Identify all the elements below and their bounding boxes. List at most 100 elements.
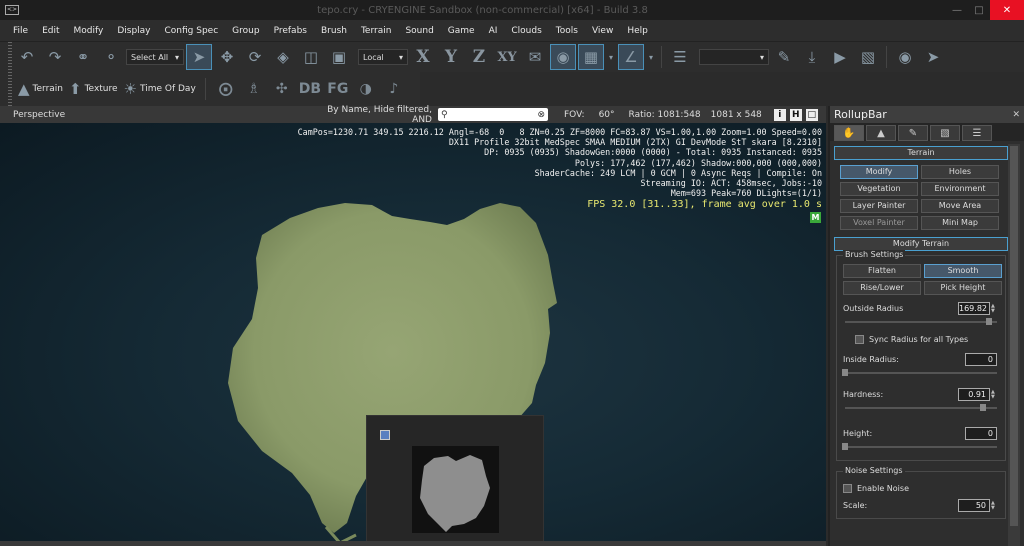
toolbar-grip[interactable] [8, 42, 12, 72]
layer-dropdown[interactable]: ▾ [699, 49, 769, 65]
spinner-arrows-icon[interactable]: ▲ ▼ [991, 389, 997, 400]
axis-x-button[interactable]: X [410, 44, 436, 70]
menu-tools[interactable]: Tools [549, 26, 585, 36]
viewport-filter[interactable]: By Name, Hide filtered, AND [310, 105, 438, 125]
viewport-name[interactable]: Perspective [0, 110, 310, 120]
sync-radius-checkbox[interactable]: Sync Radius for all Types [837, 331, 1005, 347]
camera-icon[interactable]: ▧ [855, 44, 881, 70]
terrain-snap-icon[interactable]: ✉ [522, 44, 548, 70]
list-icon[interactable]: ☰ [667, 44, 693, 70]
toolbar-grip[interactable] [8, 72, 12, 106]
unlink-icon[interactable]: ⚬ [98, 44, 124, 70]
select-tool-icon[interactable]: ➤ [186, 44, 212, 70]
flowgraph-button[interactable]: FG [327, 81, 349, 97]
pin-icon[interactable]: ➤ [920, 44, 946, 70]
close-icon[interactable]: ✕ [1012, 110, 1020, 120]
place-tool-icon[interactable]: ◫ [298, 44, 324, 70]
minimap-panel[interactable] [366, 415, 544, 546]
character-editor-icon[interactable]: ♗ [243, 81, 265, 97]
voxel-painter-button[interactable]: Voxel Painter [840, 216, 918, 230]
move-area-button[interactable]: Move Area [921, 199, 999, 213]
eye-icon[interactable]: ◉ [550, 44, 576, 70]
slider-thumb[interactable] [842, 443, 848, 450]
slider-thumb[interactable] [980, 404, 987, 411]
database-button[interactable]: DB [299, 81, 321, 97]
chevron-down-icon[interactable]: ▾ [646, 44, 656, 70]
enable-noise-checkbox[interactable]: Enable Noise [837, 480, 1005, 496]
axis-z-button[interactable]: Z [466, 44, 492, 70]
fov-value[interactable]: 60° [599, 110, 615, 120]
move-tool-icon[interactable]: ✥ [214, 44, 240, 70]
scrollbar-thumb[interactable] [1010, 146, 1018, 526]
flatten-button[interactable]: Flatten [843, 264, 921, 278]
menu-prefabs[interactable]: Prefabs [267, 26, 314, 36]
minimize-button[interactable]: — [946, 0, 968, 20]
holes-button[interactable]: Holes [921, 165, 999, 179]
globe-icon[interactable]: ◉ [892, 44, 918, 70]
smooth-button[interactable]: Smooth [924, 264, 1002, 278]
outside-radius-slider[interactable] [845, 317, 997, 327]
rise-lower-button[interactable]: Rise/Lower [843, 281, 921, 295]
texture-button[interactable]: ⬆ Texture [69, 80, 118, 98]
environment-button[interactable]: Environment [921, 182, 999, 196]
resolution-label[interactable]: 1081 x 548 [711, 110, 762, 120]
checkbox-box[interactable] [843, 483, 852, 493]
hardness-slider[interactable] [845, 403, 997, 413]
hardness-input[interactable]: 0.91 [958, 388, 990, 401]
menu-game[interactable]: Game [441, 26, 482, 36]
terrain-editor-button[interactable]: ▲ Terrain [18, 80, 63, 98]
scale-input[interactable]: 50 [958, 499, 990, 512]
undo-icon[interactable]: ↶ [14, 44, 40, 70]
spinner-arrows-icon[interactable]: ▲ ▼ [991, 500, 997, 511]
sound-icon[interactable]: ♪ [383, 81, 405, 97]
slider-thumb[interactable] [842, 369, 848, 376]
snap-tool-icon[interactable]: ▣ [326, 44, 352, 70]
close-button[interactable]: ✕ [990, 0, 1024, 20]
menu-modify[interactable]: Modify [67, 26, 111, 36]
spinner-arrows-icon[interactable]: ▲ ▼ [991, 303, 997, 314]
mini-map-button[interactable]: Mini Map [921, 216, 999, 230]
coord-space-dropdown[interactable]: Local ▾ [358, 49, 408, 65]
height-input[interactable]: 0 [965, 427, 997, 440]
clear-search-icon[interactable]: ⊗ [537, 110, 545, 120]
menu-sound[interactable]: Sound [398, 26, 440, 36]
layer-painter-button[interactable]: Layer Painter [840, 199, 918, 213]
maximize-viewport-icon[interactable]: □ [805, 108, 818, 121]
tab-modelling-icon[interactable]: ✎ [898, 125, 928, 141]
material-icon[interactable]: ◑ [355, 81, 377, 97]
edit-icon[interactable]: ✎ [771, 44, 797, 70]
rollup-scrollbar[interactable] [1008, 144, 1020, 546]
tab-terrain-icon[interactable]: ▲ [866, 125, 896, 141]
menu-config-spec[interactable]: Config Spec [158, 26, 226, 36]
helpers-button[interactable]: H [789, 108, 802, 121]
perspective-viewport[interactable]: CamPos=1230.71 349.15 2216.12 Angl=-68 0… [0, 123, 826, 546]
modify-terrain-section-header[interactable]: Modify Terrain [834, 237, 1008, 251]
physics-icon[interactable]: ▶ [827, 44, 853, 70]
rotate-tool-icon[interactable]: ⟳ [242, 44, 268, 70]
lifebuoy-icon[interactable]: ⨀ [215, 81, 237, 97]
tab-layers-icon[interactable]: ☰ [962, 125, 992, 141]
menu-file[interactable]: File [6, 26, 35, 36]
terrain-section-header[interactable]: Terrain [834, 146, 1008, 160]
chevron-down-icon[interactable]: ▾ [606, 44, 616, 70]
inside-radius-slider[interactable] [842, 368, 997, 378]
redo-icon[interactable]: ↷ [42, 44, 68, 70]
menu-view[interactable]: View [585, 26, 620, 36]
menu-clouds[interactable]: Clouds [504, 26, 548, 36]
axis-y-button[interactable]: Y [438, 44, 464, 70]
vegetation-button[interactable]: Vegetation [840, 182, 918, 196]
axis-xy-button[interactable]: XY [494, 44, 520, 70]
link-icon[interactable]: ⚭ [70, 44, 96, 70]
menu-edit[interactable]: Edit [35, 26, 66, 36]
tab-display-icon[interactable]: ▧ [930, 125, 960, 141]
grid-icon[interactable]: ▦ [578, 44, 604, 70]
tab-objects-hand-icon[interactable]: ✋ [834, 125, 864, 141]
menu-group[interactable]: Group [225, 26, 266, 36]
maximize-button[interactable]: □ [968, 0, 990, 20]
viewport-search-input[interactable]: ⚲ ⊗ [438, 108, 548, 121]
pick-height-button[interactable]: Pick Height [924, 281, 1002, 295]
scale-tool-icon[interactable]: ◈ [270, 44, 296, 70]
select-all-dropdown[interactable]: Select All ▾ [126, 49, 184, 65]
outside-radius-input[interactable]: 169.82 [958, 302, 990, 315]
inside-radius-input[interactable]: 0 [965, 353, 997, 366]
